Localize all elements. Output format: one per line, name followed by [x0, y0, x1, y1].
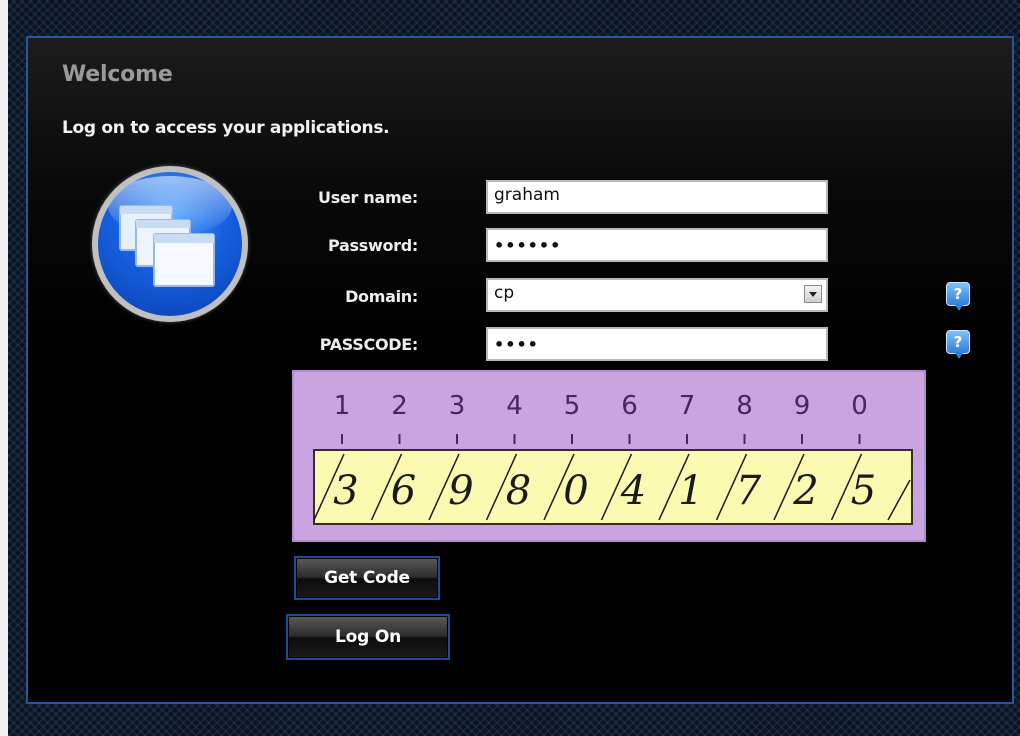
page-title: Welcome — [62, 62, 173, 87]
applications-windows-icon — [92, 166, 248, 322]
passcode-field[interactable]: •••• — [486, 327, 828, 361]
grid-code-digit: 5 — [851, 468, 876, 514]
get-code-button[interactable]: Get Code — [294, 556, 440, 600]
grid-code-digit: 7 — [736, 468, 762, 514]
grid-position-label: 7 — [679, 391, 696, 421]
grid-code-digit: 3 — [333, 468, 358, 514]
grid-code-digit: 8 — [506, 468, 531, 514]
log-on-button[interactable]: Log On — [286, 614, 450, 660]
grid-code-digit: 9 — [448, 468, 473, 514]
page-subtitle: Log on to access your applications. — [62, 118, 390, 138]
grid-code-digit: 2 — [792, 468, 818, 514]
username-label: User name: — [318, 188, 418, 207]
logon-panel: Welcome Log on to access your applicatio… — [26, 36, 1014, 704]
grid-position-label: 0 — [851, 391, 868, 421]
grid-code-digit: 4 — [620, 468, 646, 514]
window-edge — [0, 0, 8, 736]
domain-value: cp — [494, 283, 515, 303]
password-label: Password: — [328, 236, 418, 255]
grid-position-label: 4 — [506, 391, 523, 421]
grid-code-digit: 0 — [563, 468, 588, 514]
domain-label: Domain: — [345, 287, 418, 306]
password-field[interactable]: •••••• — [486, 228, 828, 262]
domain-help-icon[interactable]: ? — [946, 282, 970, 311]
passcode-label: PASSCODE: — [319, 335, 419, 354]
grid-position-label: 8 — [736, 391, 753, 421]
chevron-down-icon[interactable] — [804, 285, 822, 303]
passcode-grid-card: 13263948506471879205 — [292, 370, 926, 542]
domain-select[interactable]: cp — [486, 278, 828, 312]
grid-position-label: 1 — [334, 391, 351, 421]
grid-position-label: 2 — [391, 391, 408, 421]
grid-position-label: 5 — [564, 391, 581, 421]
grid-position-label: 6 — [621, 391, 638, 421]
grid-position-label: 3 — [449, 391, 466, 421]
passcode-help-icon[interactable]: ? — [946, 330, 970, 359]
grid-code-digit: 6 — [391, 468, 416, 514]
grid-position-label: 9 — [794, 391, 811, 421]
grid-code-digit: 1 — [678, 468, 703, 514]
username-field[interactable]: graham — [486, 180, 828, 214]
